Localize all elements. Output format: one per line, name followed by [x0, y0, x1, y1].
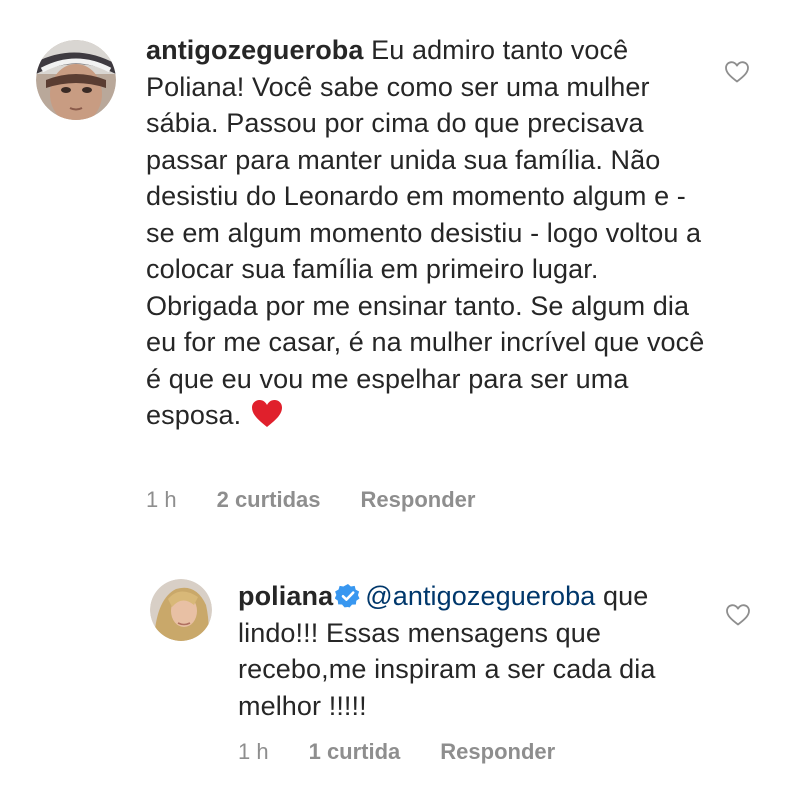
- avatar-image: [36, 40, 116, 120]
- avatar[interactable]: [36, 40, 116, 120]
- verified-badge-icon: [334, 582, 361, 608]
- reply-button[interactable]: Responder: [440, 739, 555, 765]
- comment-username[interactable]: antigozegueroba: [146, 35, 364, 65]
- reply-likes-count[interactable]: 1 curtida: [309, 739, 401, 765]
- reply-text-block: poliana @antigozegueroba que lindo!!! Ess…: [238, 578, 678, 724]
- comment-text: Eu admiro tanto você Poliana! Você sabe …: [146, 35, 705, 430]
- avatar-image: [150, 579, 212, 641]
- reply-meta: 1 h 1 curtida Responder: [238, 739, 595, 765]
- comment-likes-count[interactable]: 2 curtidas: [217, 487, 321, 513]
- mention-link[interactable]: @antigozegueroba: [365, 581, 595, 611]
- heart-emoji-icon: [251, 399, 283, 429]
- reply-username[interactable]: poliana: [238, 581, 333, 611]
- heart-outline-icon[interactable]: [724, 60, 750, 84]
- comment-meta: 1 h 2 curtidas Responder: [146, 487, 515, 513]
- reply-time: 1 h: [238, 739, 269, 764]
- reply-button[interactable]: Responder: [361, 487, 476, 513]
- comment-time: 1 h: [146, 487, 177, 512]
- heart-outline-icon[interactable]: [725, 603, 751, 627]
- avatar[interactable]: [150, 579, 212, 641]
- comment-text-block: antigozegueroba Eu admiro tanto você Pol…: [146, 32, 716, 434]
